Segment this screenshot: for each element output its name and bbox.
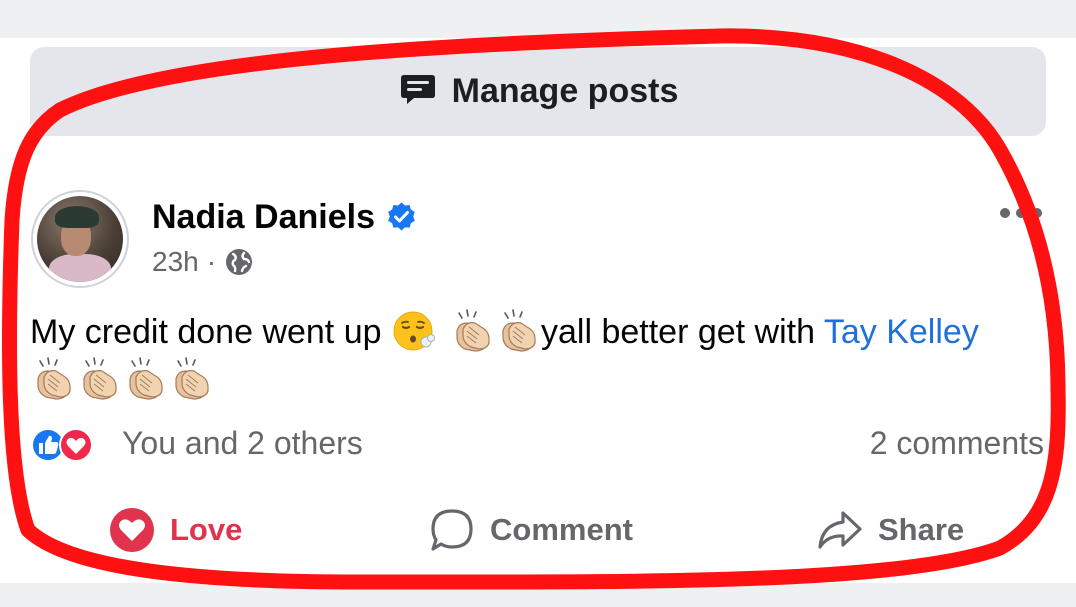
- love-label: Love: [170, 512, 243, 547]
- post-text-part1: My credit done went up: [30, 313, 382, 351]
- love-heart-icon: [110, 508, 154, 552]
- reactions-summary: You and 2 others 2 comments: [30, 422, 1046, 466]
- clapping-hands-emoji: [76, 357, 122, 401]
- reaction-icons[interactable]: [30, 427, 112, 463]
- clapping-hands-emoji: [449, 309, 495, 353]
- avatar-photo: [37, 196, 123, 282]
- verified-badge-icon: [388, 202, 415, 231]
- share-button[interactable]: Share: [816, 506, 964, 554]
- share-label: Share: [878, 512, 965, 547]
- post-author-row: Nadia Daniels: [152, 198, 418, 237]
- post-meta: 23h ·: [152, 246, 254, 278]
- love-button[interactable]: Love: [108, 506, 242, 554]
- face-exhaling-emoji: [393, 311, 435, 351]
- post-time[interactable]: 23h: [152, 246, 199, 278]
- bottom-feed-gap: [0, 583, 1076, 607]
- post-text: My credit done went up yall better get w…: [30, 308, 1020, 404]
- post-actions: Love Comment Share: [30, 500, 1046, 562]
- clapping-hands-emoji: [122, 357, 168, 401]
- globe-icon: [226, 249, 253, 275]
- post-text-part2: yall better get with: [540, 313, 816, 351]
- chat-bubble-icon: [398, 69, 438, 114]
- meta-separator: ·: [206, 246, 217, 277]
- clapping-hands-emoji: [495, 309, 541, 353]
- manage-posts-label: Manage posts: [451, 72, 679, 110]
- more-options-icon[interactable]: [998, 206, 1044, 220]
- clapping-hands-emoji: [30, 357, 76, 401]
- author-name[interactable]: Nadia Daniels: [152, 198, 375, 237]
- comment-bubble-icon: [431, 509, 473, 551]
- love-reaction-icon: [59, 428, 93, 462]
- mention-link[interactable]: Tay Kelley: [824, 313, 979, 351]
- manage-posts-button[interactable]: Manage posts: [30, 47, 1046, 136]
- top-feed-gap: [0, 0, 1076, 38]
- avatar[interactable]: [31, 190, 129, 288]
- clapping-hands-emoji: [168, 357, 214, 401]
- share-arrow-icon: [818, 511, 862, 549]
- comments-count[interactable]: 2 comments: [870, 425, 1044, 462]
- comment-label: Comment: [490, 512, 633, 547]
- comment-button[interactable]: Comment: [428, 506, 633, 554]
- reactions-label[interactable]: You and 2 others: [122, 425, 363, 462]
